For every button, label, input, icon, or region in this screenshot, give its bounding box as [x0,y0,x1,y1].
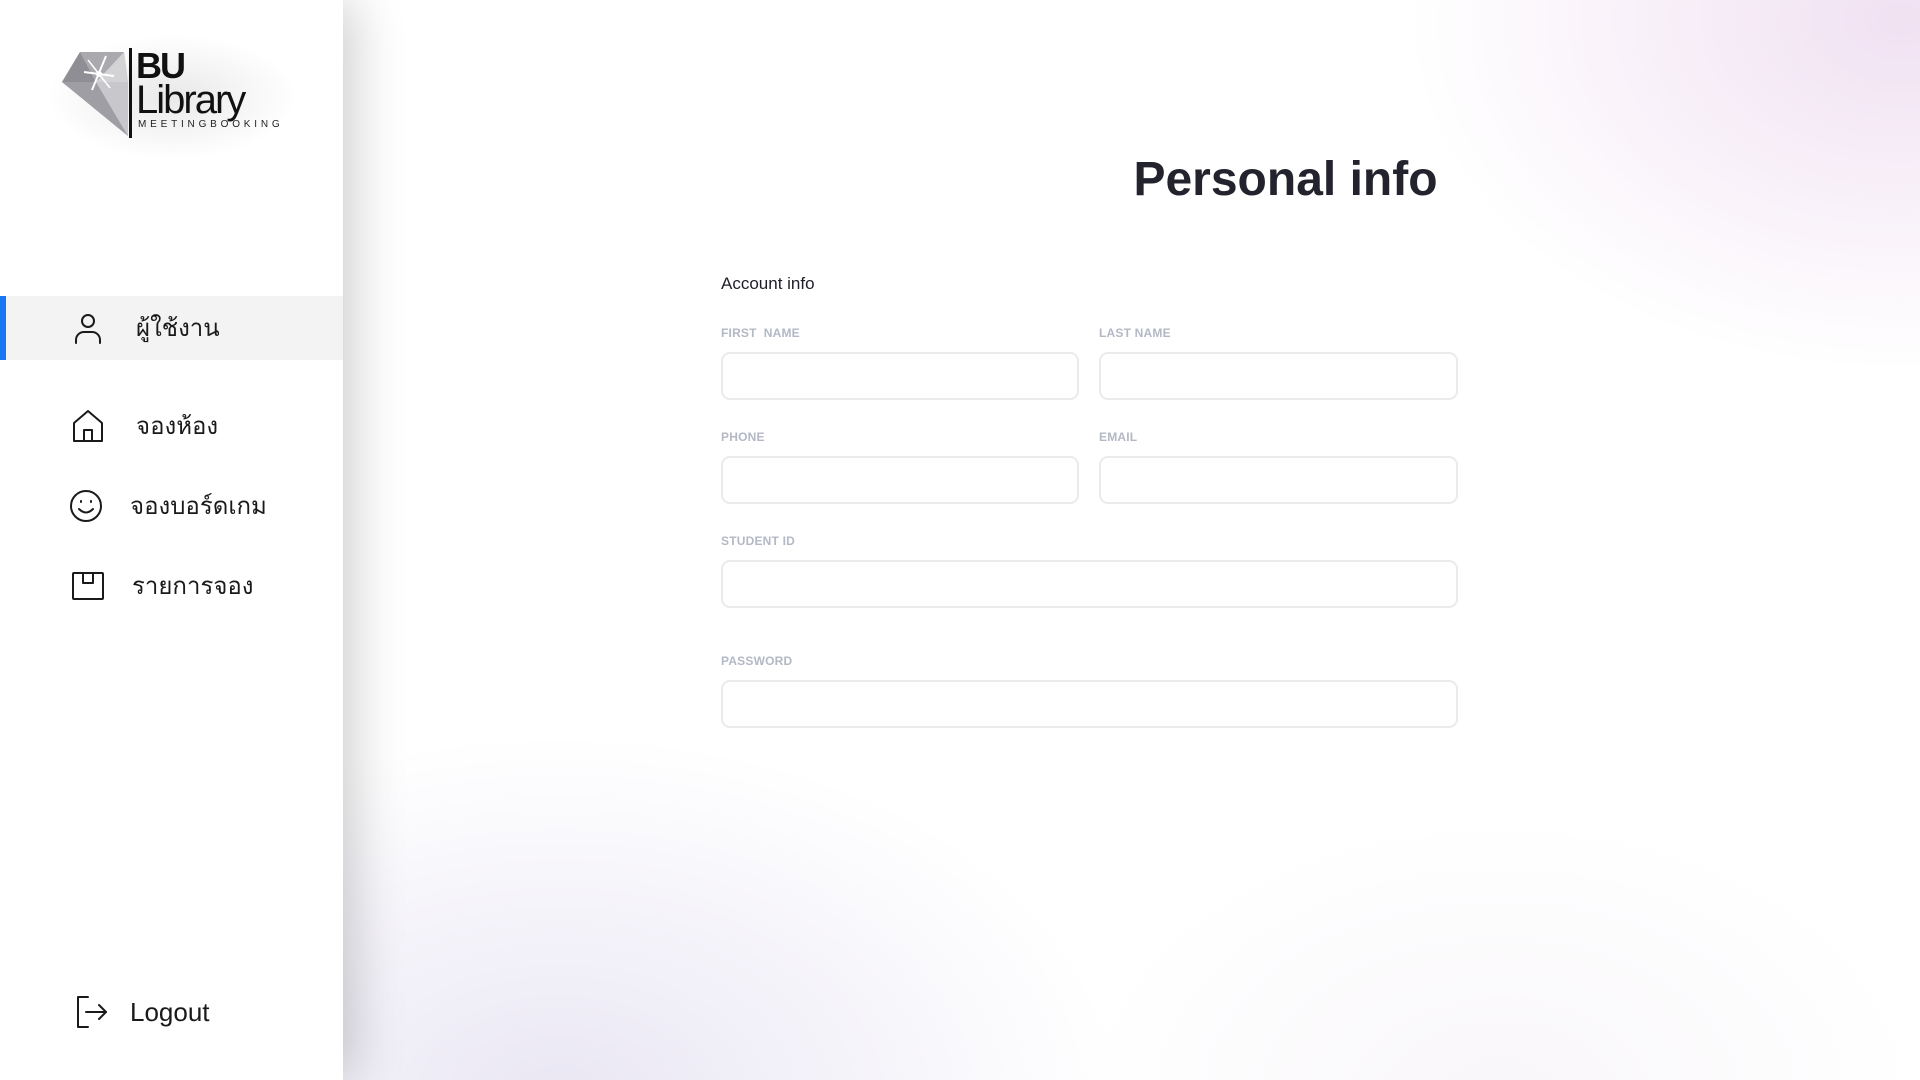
sidebar-item-book-room[interactable]: จองห้อง [0,394,343,458]
student-id-field[interactable] [721,560,1458,608]
sidebar-item-book-boardgame[interactable]: จองบอร์ดเกม [0,474,343,538]
phone-label: PHONE [721,430,765,444]
phone-field[interactable] [721,456,1079,504]
sidebar-item-label: รายการจอง [132,572,254,600]
email-label: EMAIL [1099,430,1138,444]
app-root: BU Library MEETINGBOOKING ผู้ใช้งาน จองห… [0,0,1920,1080]
main-content: Personal info Account info FIRST NAME LA… [343,0,1920,1080]
sidebar-item-label: จองห้อง [136,412,219,440]
home-icon [73,410,103,442]
password-field[interactable] [721,680,1458,728]
logout-label: Logout [130,997,210,1027]
user-icon [75,314,101,344]
page-title: Personal info [1133,153,1438,206]
sidebar-item-booking-list[interactable]: รายการจอง [0,554,343,618]
brand-logo[interactable]: BU Library MEETINGBOOKING [42,32,302,162]
logout-button[interactable]: Logout [0,980,343,1044]
smile-icon [70,490,102,522]
sidebar-item-users[interactable]: ผู้ใช้งาน [0,296,343,360]
active-indicator [0,296,6,360]
last-name-field[interactable] [1099,352,1458,400]
password-label: PASSWORD [721,654,793,668]
section-title: Account info [721,274,815,293]
logo-text-library: Library [136,78,246,122]
logo-divider [129,48,132,138]
box-icon [72,572,104,600]
sidebar-item-label: จองบอร์ดเกม [130,492,267,520]
first-name-label: FIRST NAME [721,326,800,340]
sidebar: BU Library MEETINGBOOKING ผู้ใช้งาน จองห… [0,0,343,1080]
first-name-field[interactable] [721,352,1079,400]
sidebar-item-label: ผู้ใช้งาน [136,314,220,342]
logout-icon [77,996,107,1028]
gem-logo-icon [62,52,128,136]
last-name-label: LAST NAME [1099,326,1171,340]
student-id-label: STUDENT ID [721,534,795,548]
logo-subtitle: MEETINGBOOKING [138,119,284,130]
email-field[interactable] [1099,456,1458,504]
